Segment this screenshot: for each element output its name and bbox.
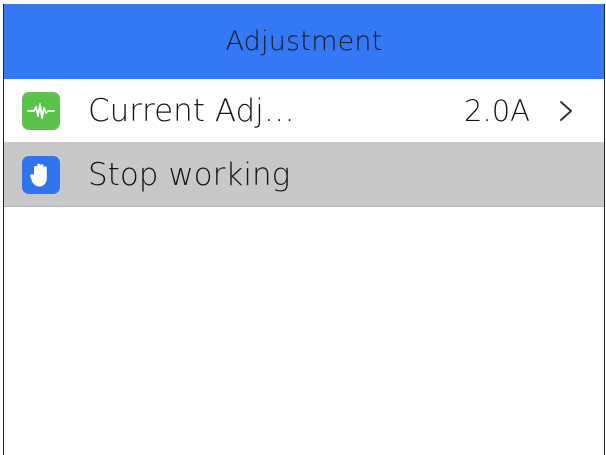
chevron-right-icon	[552, 97, 580, 125]
menu-item-label: Stop working	[88, 156, 291, 193]
menu-item-current-adjustment[interactable]: Current Adj… 2.0A	[4, 79, 604, 143]
current-value: 2.0A	[464, 93, 530, 128]
waveform-icon	[22, 91, 60, 130]
menu-item-label: Current Adj…	[88, 92, 295, 129]
page-title: Adjustment	[225, 26, 383, 57]
menu-item-stop-working[interactable]: Stop working	[4, 143, 604, 207]
device-screen: Adjustment Current Adj… 2.0A Stop workin…	[3, 4, 605, 455]
stop-hand-icon	[22, 155, 60, 194]
title-bar: Adjustment	[4, 4, 604, 79]
